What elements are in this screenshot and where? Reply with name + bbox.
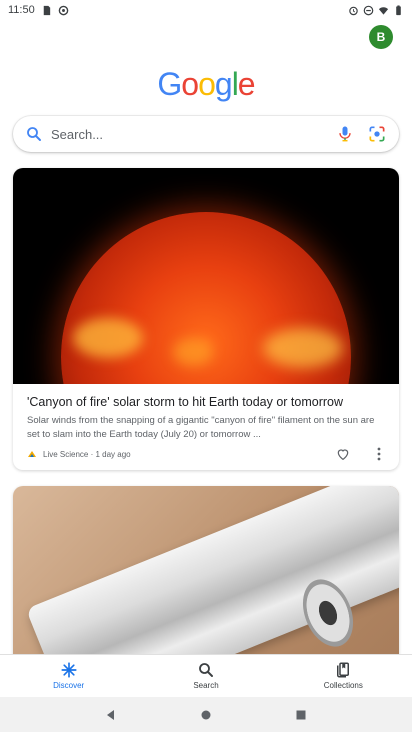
recents-square-icon[interactable] <box>294 708 308 722</box>
nav-search-label: Search <box>193 681 219 690</box>
bottom-navigation: Discover Search Collections <box>0 654 412 696</box>
sim-card-icon <box>43 5 50 15</box>
microphone-icon[interactable] <box>335 124 355 144</box>
more-options-icon[interactable] <box>374 446 384 462</box>
system-navigation-bar <box>0 697 412 732</box>
status-left: 11:50 <box>8 4 69 16</box>
nav-collections[interactable]: Collections <box>275 655 412 696</box>
solar-storm-image <box>13 168 399 384</box>
status-right <box>348 4 404 16</box>
search-input[interactable] <box>51 126 335 142</box>
live-science-logo-icon <box>28 451 36 457</box>
home-circle-icon[interactable] <box>199 708 213 722</box>
search-icon <box>27 127 41 141</box>
card-source: Live Science <box>43 449 89 459</box>
card-title[interactable]: 'Canyon of fire' solar storm to hit Eart… <box>27 395 387 409</box>
aluminum-foil-image <box>13 486 399 656</box>
meta-separator: · <box>88 449 96 459</box>
heart-icon[interactable] <box>335 446 351 462</box>
sun-glow <box>263 328 343 368</box>
news-card[interactable]: 'Canyon of fire' solar storm to hit Eart… <box>13 168 399 470</box>
circle-status-icon <box>58 5 69 15</box>
status-bar: 11:50 <box>0 0 412 20</box>
screen: 11:50 B Google 'Canyon of fire' solar st… <box>0 0 412 732</box>
google-logo: Google <box>0 66 412 103</box>
news-card[interactable] <box>13 486 399 656</box>
back-triangle-icon[interactable] <box>104 708 118 722</box>
status-time: 11:50 <box>8 4 35 16</box>
search-icon <box>199 663 213 677</box>
search-bar[interactable] <box>13 116 399 152</box>
logo-letter: o <box>181 66 199 102</box>
account-avatar[interactable]: B <box>369 25 393 49</box>
do-not-disturb-icon <box>363 5 374 15</box>
nav-search[interactable]: Search <box>137 655 274 696</box>
logo-letter: G <box>157 66 182 102</box>
nav-discover-label: Discover <box>53 681 85 690</box>
google-lens-icon[interactable] <box>367 124 387 144</box>
discover-asterisk-icon <box>61 662 77 678</box>
card-age: 1 day ago <box>95 449 131 459</box>
nav-collections-label: Collections <box>323 681 363 690</box>
logo-letter: o <box>198 66 216 102</box>
nav-discover[interactable]: Discover <box>0 655 137 696</box>
alarm-icon <box>349 6 358 15</box>
sun-glow <box>173 338 213 366</box>
card-meta: Live Science · 1 day ago <box>27 449 131 459</box>
battery-icon <box>396 4 401 15</box>
logo-letter: e <box>237 66 256 102</box>
wifi-icon <box>378 6 389 15</box>
logo-letter: g <box>214 66 233 102</box>
collections-icon <box>337 662 350 678</box>
sun-glow <box>73 318 143 358</box>
card-snippet: Solar winds from the snapping of a gigan… <box>27 415 375 440</box>
